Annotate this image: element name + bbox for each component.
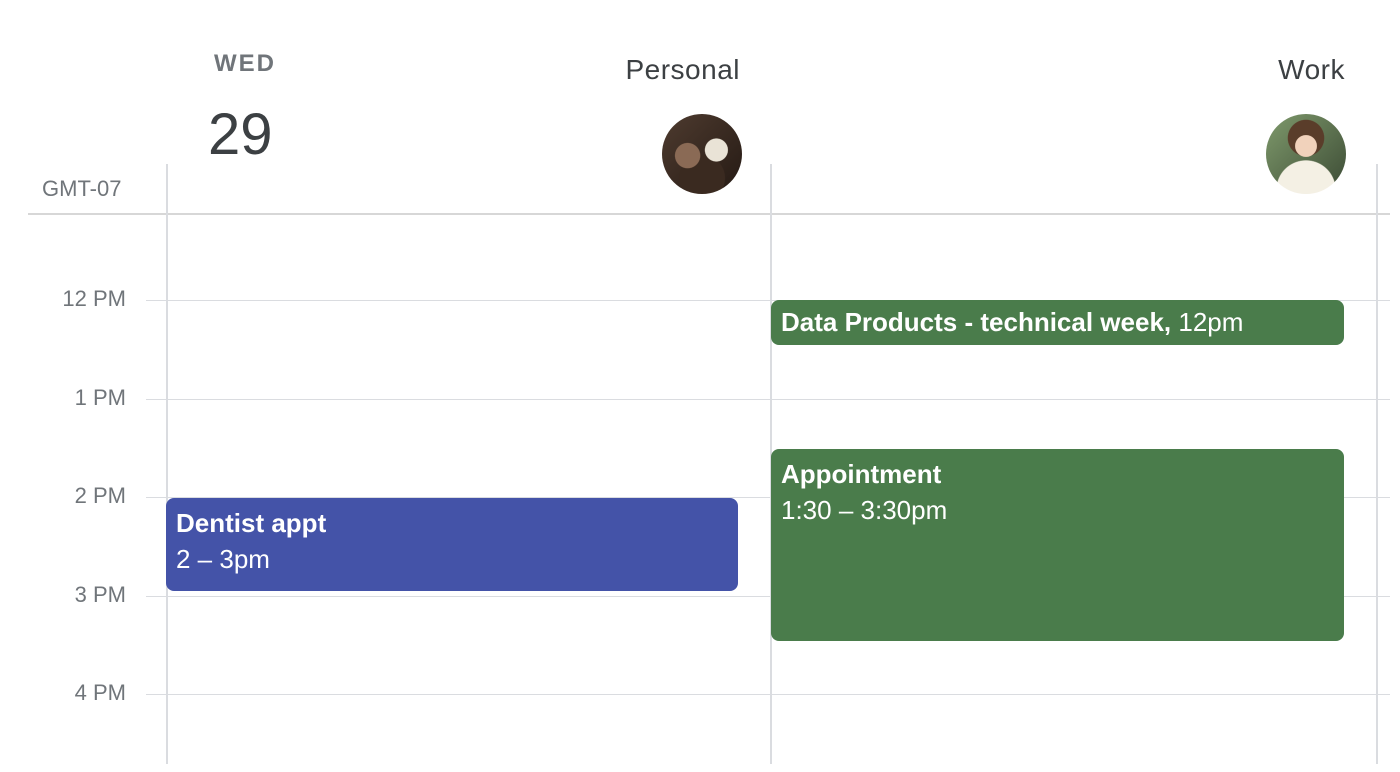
work-avatar[interactable]	[1266, 114, 1346, 194]
event-time: 2 – 3pm	[176, 544, 270, 574]
header-divider	[28, 213, 1390, 215]
event-title: Data Products - technical week,	[781, 307, 1172, 337]
hour-gridline	[146, 694, 1390, 695]
day-number[interactable]: 29	[208, 106, 273, 164]
event-data-products[interactable]: Data Products - technical week, 12pm	[771, 300, 1344, 345]
hour-label: 4 PM	[74, 680, 126, 705]
event-title: Dentist appt	[176, 508, 327, 538]
day-name: WED	[214, 50, 276, 77]
column-divider	[166, 164, 168, 764]
personal-avatar[interactable]	[662, 114, 742, 194]
event-title: Appointment	[781, 459, 942, 489]
hour-label: 1 PM	[74, 385, 126, 410]
hour-label: 12 PM	[62, 286, 126, 311]
event-dentist-appt[interactable]: Dentist appt 2 – 3pm	[166, 498, 738, 591]
hour-gridline	[146, 399, 1390, 400]
hour-label: 2 PM	[74, 483, 126, 508]
event-time: 1:30 – 3:30pm	[781, 495, 948, 525]
hour-label: 3 PM	[74, 582, 126, 607]
timezone-label: GMT-07	[42, 176, 122, 201]
event-appointment[interactable]: Appointment 1:30 – 3:30pm	[771, 449, 1344, 641]
event-time: 12pm	[1178, 307, 1244, 337]
column-divider	[1376, 164, 1378, 764]
calendar-name-work: Work	[1278, 54, 1345, 85]
calendar-name-personal: Personal	[625, 54, 740, 85]
